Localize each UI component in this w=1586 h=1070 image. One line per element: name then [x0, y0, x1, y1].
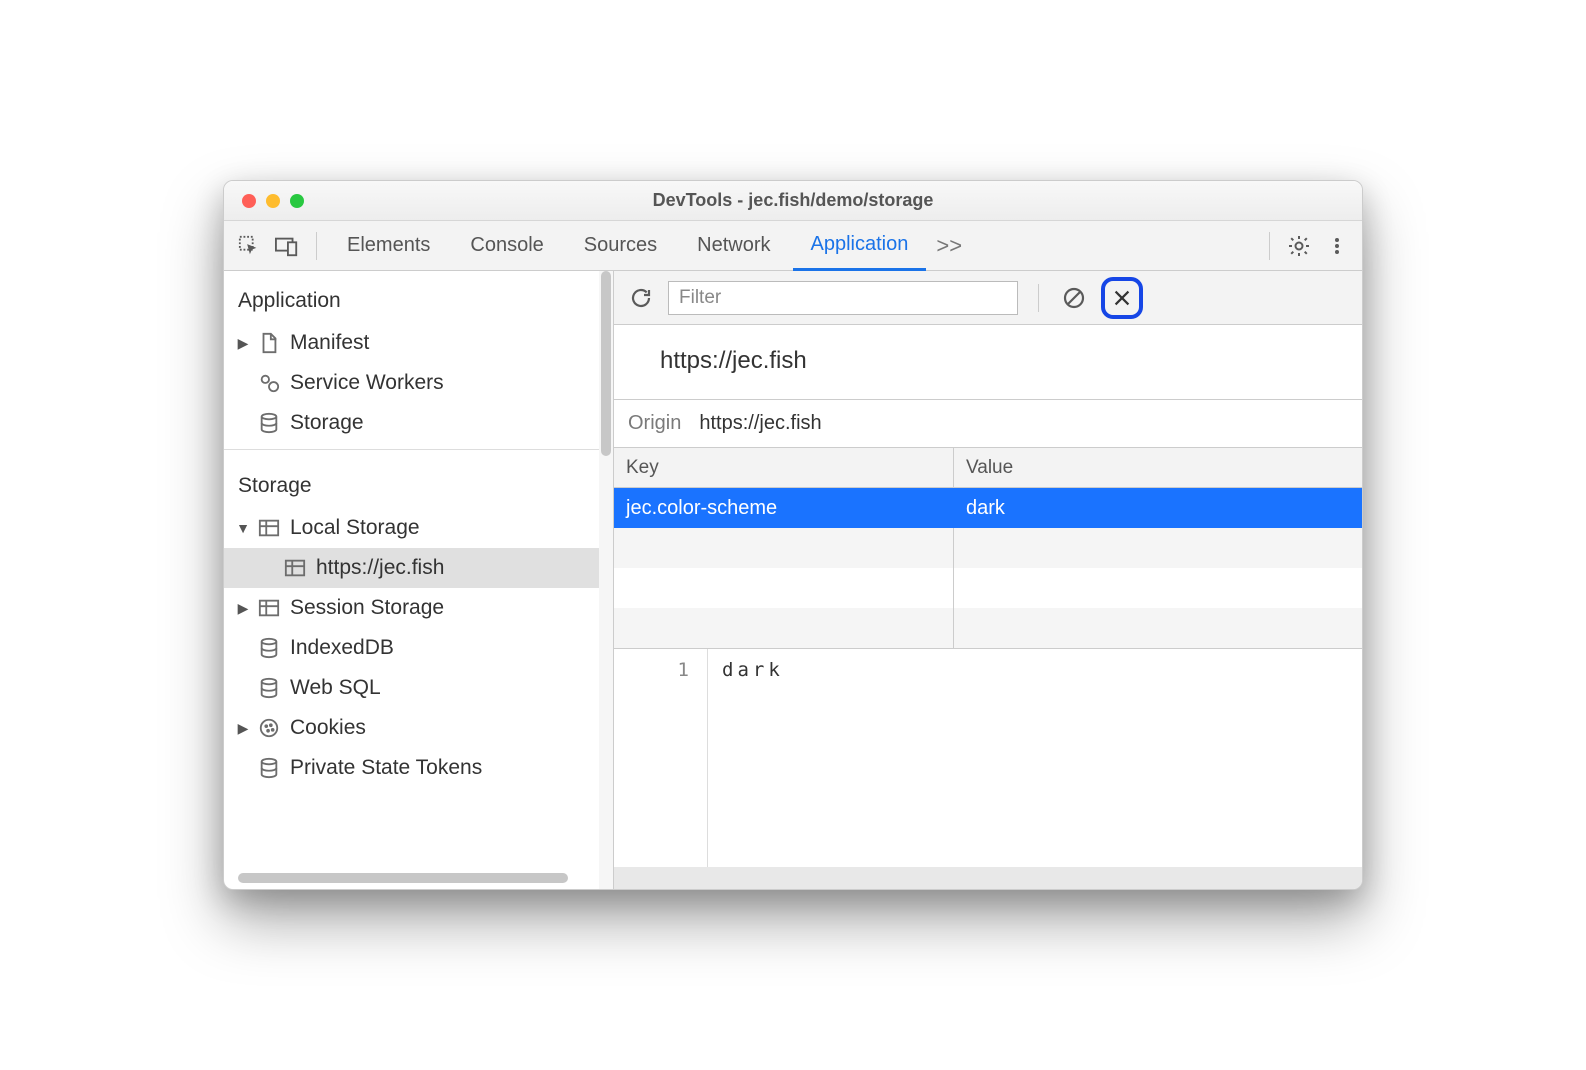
body: Application ▶ Manifest ▶ Ser — [224, 271, 1362, 889]
sidebar-item-local-storage-origin[interactable]: ▶ https://jec.fish — [224, 548, 599, 588]
document-icon — [258, 332, 280, 354]
table-row[interactable] — [614, 528, 1362, 568]
status-bar — [614, 867, 1362, 889]
table-header: Key Value — [614, 448, 1362, 488]
preview-line-number: 1 — [614, 649, 708, 867]
filter-input[interactable] — [668, 281, 1018, 315]
sidebar-item-label: Private State Tokens — [290, 756, 482, 780]
sidebar-tree: Application ▶ Manifest ▶ Ser — [224, 271, 599, 889]
separator — [1269, 232, 1270, 260]
delete-selected-icon[interactable] — [1109, 285, 1135, 311]
more-tabs-icon[interactable]: >> — [930, 229, 968, 263]
cookie-icon — [258, 717, 280, 739]
table-row[interactable] — [614, 568, 1362, 608]
clear-all-icon[interactable] — [1059, 283, 1089, 313]
column-header-key[interactable]: Key — [614, 448, 954, 487]
maximize-window-button[interactable] — [290, 194, 304, 208]
column-header-value[interactable]: Value — [954, 448, 1362, 487]
sidebar-item-indexeddb[interactable]: ▶ IndexedDB — [224, 628, 599, 668]
sidebar: Application ▶ Manifest ▶ Ser — [224, 271, 614, 889]
sidebar-item-label: IndexedDB — [290, 636, 394, 660]
sidebar-item-label: Cookies — [290, 716, 366, 740]
storage-panel: https://jec.fish Origin https://jec.fish… — [614, 271, 1362, 889]
sidebar-item-cookies[interactable]: ▶ Cookies — [224, 708, 599, 748]
devtools-tabbar: Elements Console Sources Network Applica… — [224, 221, 1362, 271]
device-toolbar-icon[interactable] — [270, 229, 304, 263]
sidebar-item-label: Storage — [290, 411, 364, 435]
separator — [1038, 284, 1039, 312]
collapse-arrow-icon: ▼ — [236, 520, 250, 536]
table-body: jec.color-scheme dark — [614, 488, 1362, 648]
storage-table: Key Value jec.color-scheme dark — [614, 448, 1362, 649]
expand-arrow-icon: ▶ — [236, 600, 250, 617]
devtools-window: DevTools - jec.fish/demo/storage Element… — [223, 180, 1363, 890]
refresh-icon[interactable] — [626, 283, 656, 313]
traffic-lights — [242, 194, 304, 208]
titlebar: DevTools - jec.fish/demo/storage — [224, 181, 1362, 221]
sidebar-item-label: Web SQL — [290, 676, 381, 700]
inspect-element-icon[interactable] — [232, 229, 266, 263]
database-icon — [258, 677, 280, 699]
tab-console[interactable]: Console — [452, 221, 561, 271]
cell-key[interactable] — [614, 608, 954, 648]
sidebar-item-websql[interactable]: ▶ Web SQL — [224, 668, 599, 708]
database-icon — [258, 412, 280, 434]
sidebar-item-manifest[interactable]: ▶ Manifest — [224, 323, 599, 363]
sidebar-item-label: Service Workers — [290, 371, 444, 395]
origin-label: Origin — [628, 412, 681, 435]
origin-box: https://jec.fish Origin https://jec.fish — [614, 325, 1362, 448]
scrollbar-thumb[interactable] — [601, 271, 611, 456]
delete-selected-highlight — [1101, 277, 1143, 319]
sidebar-item-session-storage[interactable]: ▶ Session Storage — [224, 588, 599, 628]
table-icon — [258, 517, 280, 539]
sidebar-group-title-application: Application — [224, 271, 599, 323]
kebab-menu-icon[interactable] — [1320, 229, 1354, 263]
sidebar-group-title-storage: Storage — [224, 456, 599, 508]
expand-arrow-icon: ▶ — [236, 335, 250, 352]
vertical-scrollbar[interactable] — [599, 271, 613, 889]
sidebar-item-label: https://jec.fish — [316, 556, 444, 580]
sidebar-item-label: Session Storage — [290, 596, 444, 620]
tab-network[interactable]: Network — [679, 221, 788, 271]
origin-row: Origin https://jec.fish — [614, 399, 1362, 447]
cell-key[interactable]: jec.color-scheme — [614, 488, 954, 528]
sidebar-item-local-storage[interactable]: ▼ Local Storage — [224, 508, 599, 548]
gears-icon — [258, 372, 280, 394]
cell-value[interactable] — [954, 568, 1362, 608]
table-row[interactable] — [614, 608, 1362, 648]
separator — [316, 232, 317, 260]
cell-key[interactable] — [614, 568, 954, 608]
window-title: DevTools - jec.fish/demo/storage — [224, 190, 1362, 211]
sidebar-item-private-state-tokens[interactable]: ▶ Private State Tokens — [224, 748, 599, 788]
tab-sources[interactable]: Sources — [566, 221, 675, 271]
cell-value[interactable] — [954, 528, 1362, 568]
sidebar-item-service-workers[interactable]: ▶ Service Workers — [224, 363, 599, 403]
tab-elements[interactable]: Elements — [329, 221, 448, 271]
database-icon — [258, 757, 280, 779]
expand-arrow-icon: ▶ — [236, 720, 250, 737]
settings-gear-icon[interactable] — [1282, 229, 1316, 263]
divider — [224, 449, 599, 450]
origin-heading: https://jec.fish — [614, 325, 1362, 399]
database-icon — [258, 637, 280, 659]
sidebar-item-label: Local Storage — [290, 516, 420, 540]
storage-toolbar — [614, 271, 1362, 325]
preview-text: dark — [708, 649, 1362, 867]
sidebar-item-storage[interactable]: ▶ Storage — [224, 403, 599, 443]
table-icon — [258, 597, 280, 619]
table-row[interactable]: jec.color-scheme dark — [614, 488, 1362, 528]
cell-value[interactable] — [954, 608, 1362, 648]
tab-application[interactable]: Application — [793, 221, 927, 271]
cell-key[interactable] — [614, 528, 954, 568]
minimize-window-button[interactable] — [266, 194, 280, 208]
horizontal-scrollbar[interactable] — [238, 873, 568, 883]
cell-value[interactable]: dark — [954, 488, 1362, 528]
sidebar-item-label: Manifest — [290, 331, 369, 355]
close-window-button[interactable] — [242, 194, 256, 208]
origin-value: https://jec.fish — [699, 412, 821, 435]
table-icon — [284, 557, 306, 579]
value-preview: 1 dark — [614, 649, 1362, 867]
